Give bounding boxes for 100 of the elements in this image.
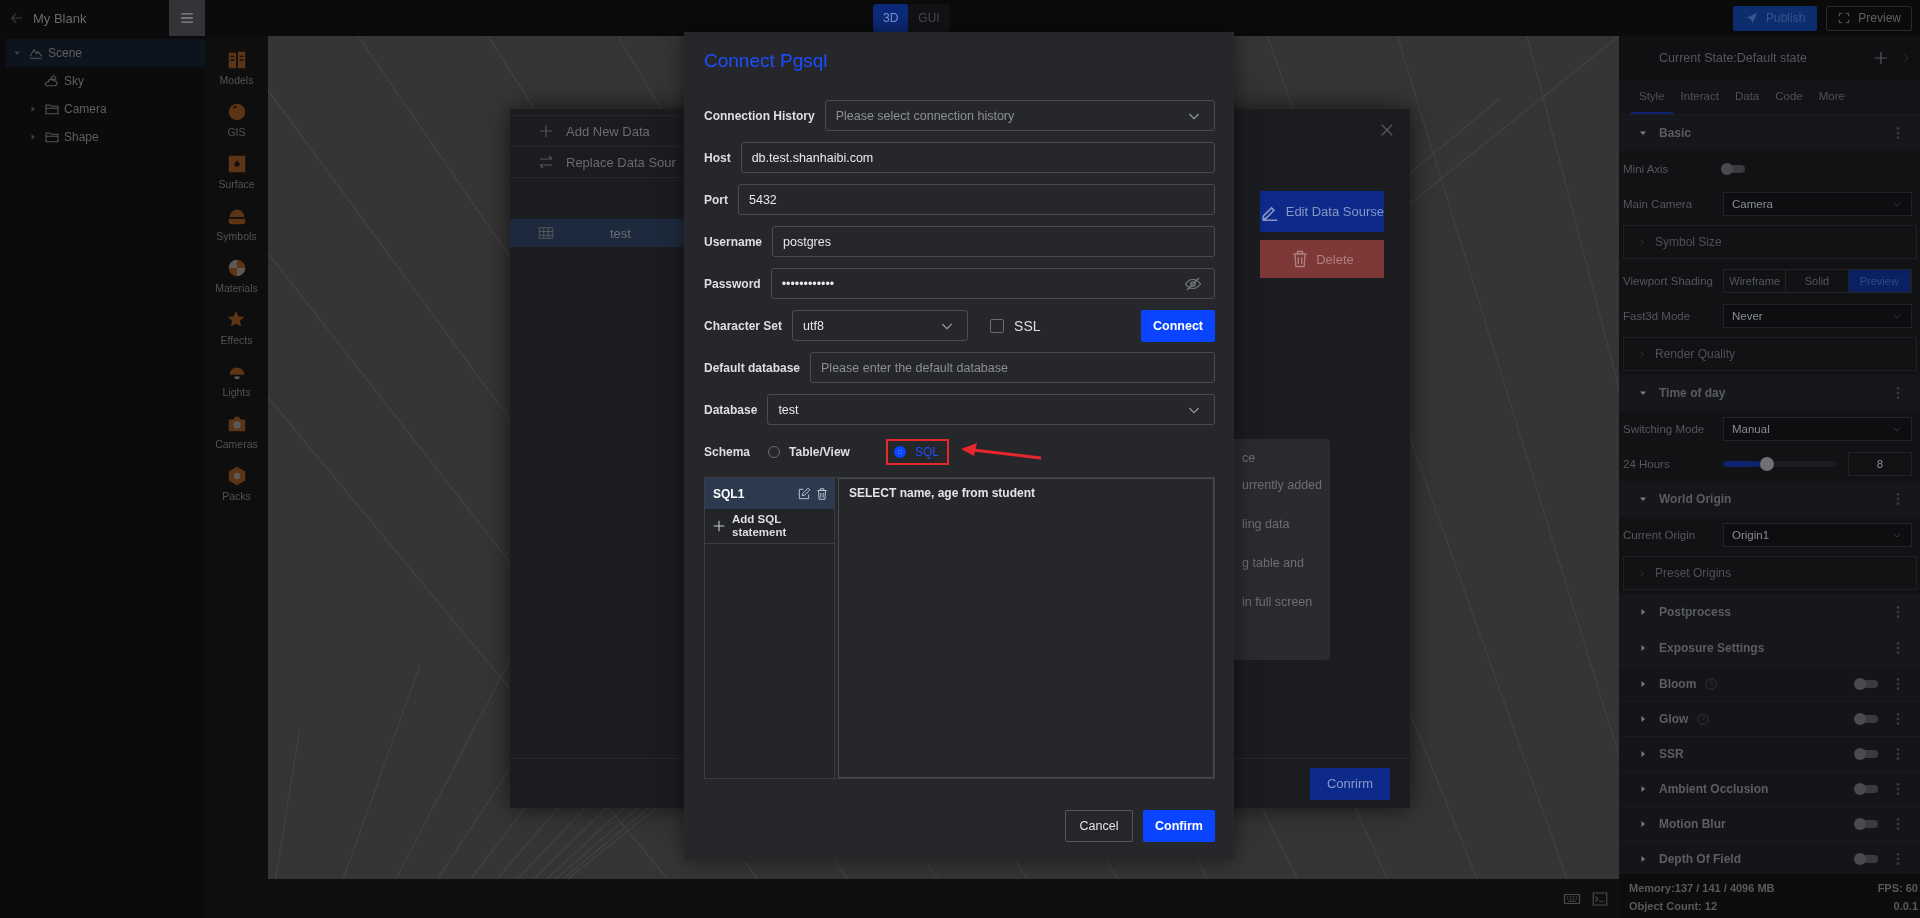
select-field[interactable]: Never (1723, 303, 1912, 328)
version-label: 0.0.1 (1893, 900, 1918, 912)
table-icon (537, 224, 555, 242)
slider-fill[interactable] (1723, 460, 1761, 467)
state-label: Current State:Default state (1659, 51, 1808, 65)
field-label: Schema (704, 444, 751, 459)
ssl-checkbox[interactable]: SSL (990, 317, 1041, 334)
swap-arrows-icon (537, 153, 555, 171)
field-label: Switching Mode (1623, 422, 1706, 435)
add-statement-button[interactable]: Add SQL statement (705, 509, 834, 544)
project-title: My Blank (33, 10, 88, 26)
view-tab[interactable]: 3D (873, 4, 909, 32)
radio-indicator[interactable] (893, 445, 906, 458)
radio-option[interactable]: Table/View (760, 438, 860, 465)
field-label: Viewport Shading (1623, 274, 1714, 287)
toolbox-item[interactable]: Surface (206, 153, 267, 190)
field-label: Main Camera (1623, 197, 1694, 210)
collapsible-group[interactable]: Render Quality (1623, 337, 1917, 371)
panel-tab[interactable]: Data (1726, 80, 1768, 114)
info-text: in full screen (1242, 594, 1314, 611)
field-label: Character Set (704, 318, 783, 333)
input-field[interactable]: Please enter the default database (810, 352, 1215, 383)
toggle-switch[interactable] (1723, 164, 1745, 173)
toolbox-item[interactable]: Symbols (206, 205, 267, 242)
select-field[interactable]: Manual (1723, 416, 1912, 441)
folder-icon (44, 101, 60, 117)
input-field[interactable]: db.test.shanhaibi.com (740, 142, 1215, 173)
collapsible-group[interactable]: Preset Origins (1623, 556, 1917, 590)
select-field[interactable]: Origin1 (1723, 522, 1912, 547)
toolbox-item[interactable]: Models (206, 49, 267, 86)
password-field[interactable]: •••••••••••• (770, 268, 1215, 299)
memory-usage: Memory:137 / 141 / 4096 MB (1629, 882, 1775, 894)
select-field[interactable]: Camera (1723, 191, 1912, 216)
sql-statement-item[interactable]: SQL1 (705, 478, 834, 509)
plus-icon[interactable] (1872, 49, 1890, 67)
tree-item[interactable]: Shape (22, 123, 205, 151)
segment-button[interactable]: Solid (1786, 269, 1849, 292)
toolbox-item[interactable]: Packs (206, 465, 267, 502)
view-tab[interactable]: GUI (908, 4, 950, 32)
panel-tab[interactable]: Code (1767, 80, 1811, 114)
field-label: Database (704, 402, 758, 417)
terminal-icon[interactable] (1591, 889, 1609, 908)
dialog-title: Connect Pgsql (704, 50, 829, 72)
number-field[interactable]: 8 (1848, 451, 1912, 476)
section-header[interactable]: Time of day (1619, 375, 1920, 411)
section-header[interactable]: Exposure Settings (1619, 630, 1920, 666)
panel-tab[interactable]: More (1810, 80, 1853, 114)
delete-button[interactable]: Delete (1260, 240, 1384, 278)
info-text: ce (1242, 450, 1257, 467)
collapsible-group[interactable]: Symbol Size (1623, 225, 1917, 259)
checkbox[interactable] (990, 318, 1005, 333)
connect-button[interactable]: Connect (1141, 309, 1215, 342)
fps-counter: FPS: 60 (1877, 882, 1918, 894)
section-header[interactable]: World Origin (1619, 481, 1920, 517)
radio-option[interactable]: SQL (885, 438, 949, 465)
info-text: g table and (1242, 555, 1305, 572)
toolbox-item[interactable]: Lights (206, 361, 267, 398)
edit-button[interactable]: Edit Data Sourse (1260, 191, 1384, 232)
object-count: Object Count: 12 (1629, 900, 1717, 912)
menu-button[interactable] (169, 0, 205, 36)
toolbox-item[interactable]: Cameras (206, 413, 267, 450)
back-icon[interactable] (9, 10, 25, 26)
field-label: Mini Axis (1623, 162, 1670, 175)
section-header[interactable]: Postprocess (1619, 594, 1920, 630)
field-label: Username (704, 234, 763, 249)
confirm-button[interactable]: Confirm (1143, 810, 1215, 842)
field-label: Current Origin (1623, 528, 1697, 541)
section-header[interactable]: Basic (1619, 115, 1920, 151)
fullscreen-icon (1837, 11, 1852, 25)
send-icon (1744, 11, 1759, 25)
field-label: Fast3d Mode (1623, 309, 1692, 322)
cancel-button[interactable]: Cancel (1065, 810, 1133, 842)
input-field[interactable]: utf8 (792, 310, 969, 341)
sql-editor[interactable]: SELECT name, age from student (838, 478, 1214, 778)
segment-button[interactable]: Wireframe (1724, 269, 1787, 292)
tree-item[interactable]: Camera (22, 95, 205, 123)
field-label: Port (704, 192, 728, 207)
field-label: Host (704, 150, 731, 165)
select-field[interactable]: Please select connection history (824, 100, 1215, 131)
edit-icon[interactable] (797, 486, 811, 501)
tree-item[interactable]: Scene (6, 39, 205, 67)
info-text: ling data (1242, 516, 1291, 533)
toolbox-item[interactable]: GIS (206, 101, 267, 138)
plus-icon (711, 518, 727, 534)
plus-icon (537, 122, 555, 140)
select-field[interactable]: test (767, 394, 1215, 425)
cloud-sun-icon (44, 73, 60, 89)
info-text: urrently added (1242, 477, 1322, 494)
field-label: 24 Hours (1623, 457, 1671, 470)
trash-icon[interactable] (815, 486, 829, 501)
tree-item[interactable]: Sky (22, 67, 205, 95)
input-field[interactable]: 5432 (738, 184, 1215, 215)
confirm-button[interactable]: Conrirm (1310, 767, 1390, 800)
folder-icon (44, 129, 60, 145)
panel-tab[interactable]: Interact (1672, 80, 1727, 114)
slider-thumb[interactable] (1760, 456, 1775, 471)
toolbox-item[interactable]: Materials (206, 257, 267, 294)
input-field[interactable]: postgres (772, 226, 1215, 257)
preview-button[interactable]: Preview (1826, 5, 1912, 31)
toolbox-item[interactable]: Effects (206, 309, 267, 346)
